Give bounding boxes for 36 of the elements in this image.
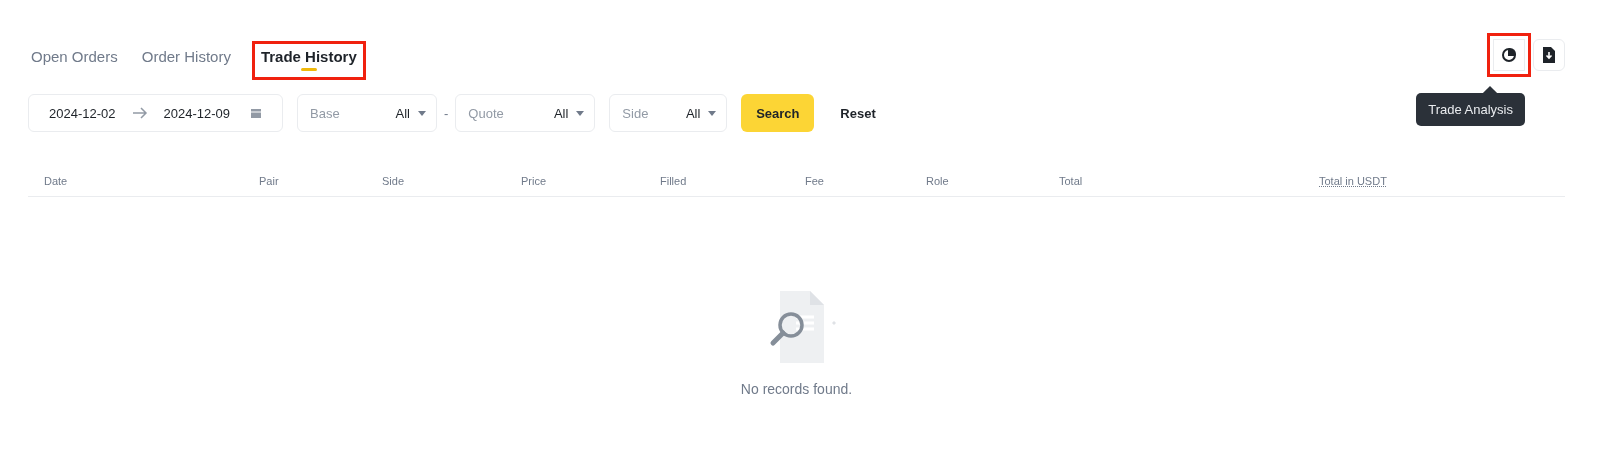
date-range-field[interactable]: 2024-12-02 2024-12-09 (28, 94, 283, 132)
select-label: Base (310, 105, 340, 121)
column-header: Filled (660, 175, 687, 187)
column-header: Total in USDT (1319, 175, 1387, 187)
arrow-right-icon (131, 107, 148, 119)
column-header: Role (926, 175, 949, 187)
calendar-icon (250, 107, 262, 119)
caret-icon (708, 110, 717, 116)
column-header: Price (521, 175, 547, 187)
select-field[interactable]: Side All (609, 94, 728, 132)
column-header: Fee (805, 175, 824, 187)
date-start: 2024-12-02 (49, 105, 116, 121)
column-header: Total (1059, 175, 1083, 187)
empty-message: No records found. (740, 381, 853, 397)
separator: - (444, 105, 449, 121)
search-button[interactable]: Search (741, 94, 815, 132)
date-end: 2024-12-09 (163, 105, 230, 121)
reset-button[interactable]: Reset (828, 105, 888, 121)
select-value: All (395, 105, 410, 121)
tab[interactable]: Order History (132, 40, 240, 80)
caret-icon (418, 110, 426, 116)
select-label: Side (622, 105, 649, 121)
select-value: All (685, 105, 701, 121)
select-field[interactable]: Quote All (455, 94, 596, 132)
download-button[interactable] (1533, 39, 1565, 71)
caret-icon (576, 110, 585, 116)
column-header: Pair (259, 175, 279, 187)
column-header: Date (44, 175, 68, 187)
pie-chart-icon (1501, 47, 1517, 63)
tab[interactable]: Open Orders (22, 40, 127, 80)
file-download-icon (1542, 47, 1556, 63)
column-header: Side (382, 175, 405, 187)
select-value: All (553, 105, 569, 121)
select-label: Quote (468, 105, 504, 121)
select-field[interactable]: Base All (297, 94, 437, 132)
tab[interactable]: Trade History (251, 40, 366, 80)
